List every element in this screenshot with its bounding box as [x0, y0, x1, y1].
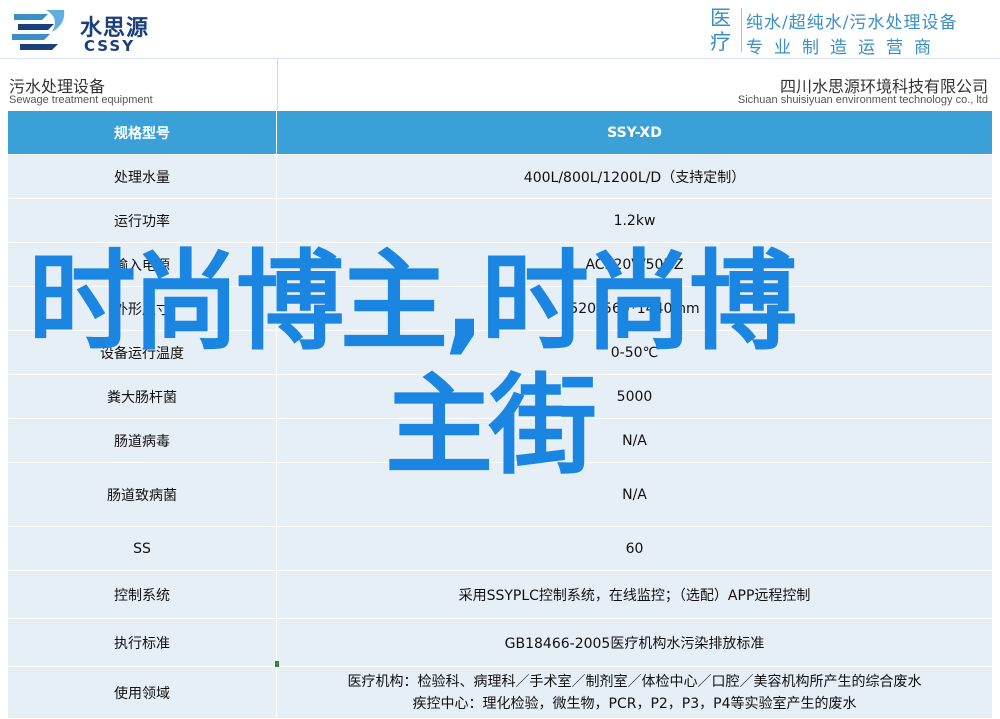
table-row: SS 60	[7, 526, 993, 571]
row-value: 5000	[276, 374, 993, 419]
logo-waves-icon	[12, 10, 65, 50]
table-row: 粪大肠杆菌 5000	[7, 374, 993, 419]
header-tagline: 医疗 纯水/超纯水/污水处理设备 专业制造运营商	[710, 6, 992, 58]
company-name-english: Sichuan shuisiyuan environment technolog…	[737, 94, 988, 106]
company-logo[interactable]: 水思源 CSSY	[8, 4, 178, 56]
tagline-products: 纯水/超纯水/污水处理设备	[746, 13, 958, 33]
row-label: 运行功率	[7, 198, 277, 243]
table-row: 肠道致病菌 N/A	[7, 462, 993, 527]
row-label: 处理水量	[7, 154, 277, 199]
row-value: 0-50℃	[276, 330, 993, 375]
header-label-cell: 规格型号	[7, 110, 277, 155]
table-row: 处理水量 400L/800L/1200L/D（支持定制）	[7, 154, 993, 199]
row-label: 粪大肠杆菌	[7, 374, 277, 419]
spec-table: 规格型号 SSY-XD 处理水量 400L/800L/1200L/D（支持定制）…	[7, 110, 993, 719]
subheader-divider	[277, 59, 278, 111]
row-value: 1.2kw	[276, 198, 993, 243]
table-row: 执行标准 GB18466-2005医疗机构水污染排放标准	[7, 618, 993, 667]
row-value: 医疗机构：检验科、病理科／手术室／制剂室／体检中心／口腔／美容机构所产生的综合废…	[276, 666, 993, 719]
tagline-medical: 医疗	[710, 6, 731, 54]
row-label: 输入电源	[7, 242, 277, 287]
row-label: 控制系统	[7, 570, 277, 619]
row-value: N/A	[276, 418, 993, 463]
row-value: GB18466-2005医疗机构水污染排放标准	[276, 618, 993, 667]
table-row: 设备运行温度 0-50℃	[7, 330, 993, 375]
table-row: 使用领域 医疗机构：检验科、病理科／手术室／制剂室／体检中心／口腔／美容机构所产…	[7, 666, 993, 719]
row-value: 采用SSYPLC控制系统，在线监控；（选配）APP远程控制	[276, 570, 993, 619]
logo-english-name: CSSY	[84, 37, 136, 55]
header-value-cell: SSY-XD	[276, 110, 993, 155]
row-label: 设备运行温度	[7, 330, 277, 375]
row-value: 60	[276, 526, 993, 571]
table-row: 输入电源 AC220V/50HZ	[7, 242, 993, 287]
row-value: 520*560*1440mm	[276, 286, 993, 331]
tagline-separator	[741, 8, 742, 52]
table-row: 控制系统 采用SSYPLC控制系统，在线监控；（选配）APP远程控制	[7, 570, 993, 619]
category-subtitle: Sewage treatment equipment	[9, 94, 153, 106]
usage-disease-control: 疾控中心：理化检验，微生物，PCR，P2，P3，P4等实验室产生的废水	[412, 695, 857, 712]
row-label: 执行标准	[7, 618, 277, 667]
table-row: 肠道病毒 N/A	[7, 418, 993, 463]
row-value: AC220V/50HZ	[276, 242, 993, 287]
cell-corner-marker	[275, 661, 279, 667]
usage-medical-institutions: 医疗机构：检验科、病理科／手术室／制剂室／体检中心／口腔／美容机构所产生的综合废…	[347, 673, 922, 690]
row-label: 肠道病毒	[7, 418, 277, 463]
row-label: 使用领域	[7, 666, 277, 719]
tagline-operator: 专业制造运营商	[746, 38, 942, 58]
page-header: 水思源 CSSY 医疗 纯水/超纯水/污水处理设备 专业制造运营商	[0, 0, 1000, 58]
row-value: 400L/800L/1200L/D（支持定制）	[276, 154, 993, 199]
row-value: N/A	[276, 462, 993, 527]
row-label: 外形尺寸	[7, 286, 277, 331]
row-label: SS	[7, 526, 277, 571]
section-subheader: 污水处理设备 Sewage treatment equipment 四川水思源环…	[0, 58, 1000, 111]
table-header-row: 规格型号 SSY-XD	[7, 110, 993, 155]
row-label: 肠道致病菌	[7, 462, 277, 527]
table-row: 运行功率 1.2kw	[7, 198, 993, 243]
table-row: 外形尺寸 520*560*1440mm	[7, 286, 993, 331]
